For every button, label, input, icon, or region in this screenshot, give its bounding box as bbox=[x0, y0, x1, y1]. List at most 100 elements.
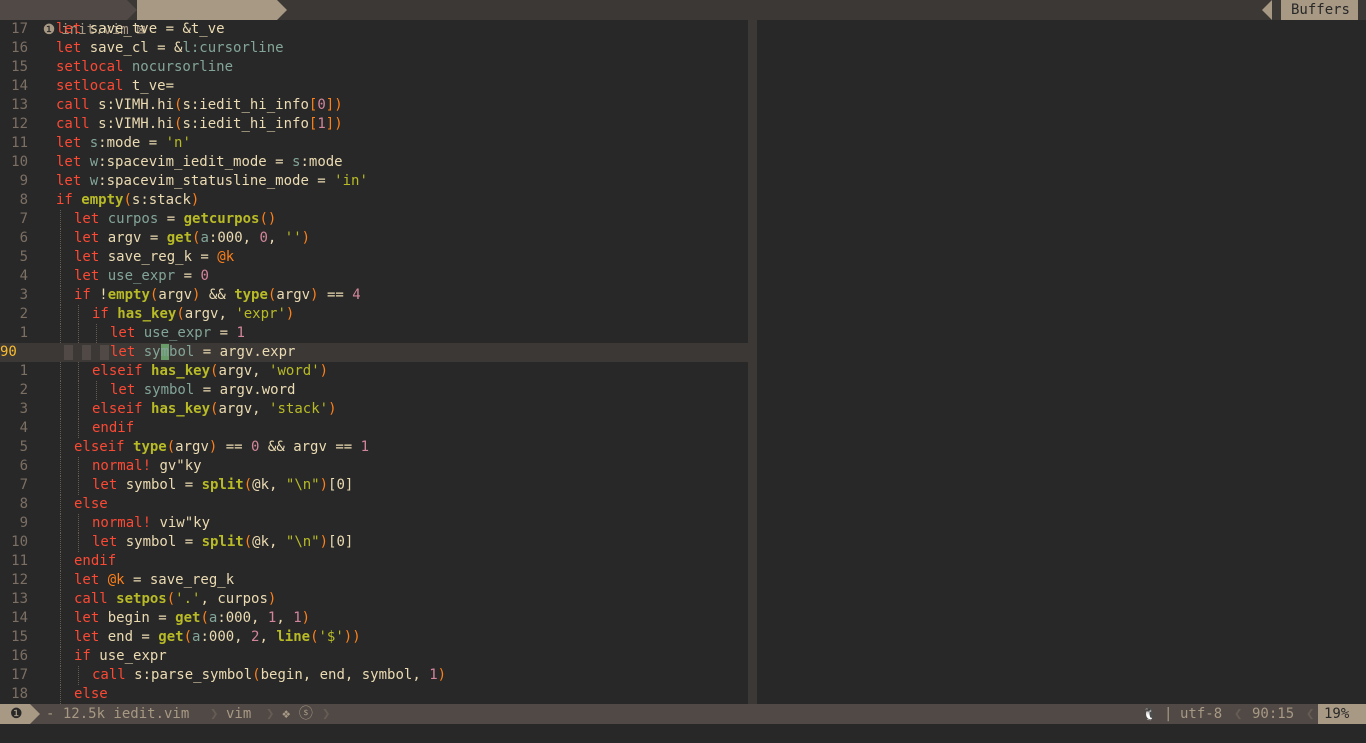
indent-guide bbox=[78, 476, 80, 495]
code-line[interactable]: 13 call s:VIMH.hi(s:iedit_hi_info[0]) bbox=[0, 96, 748, 115]
buffers-label[interactable]: Buffers bbox=[1280, 0, 1358, 20]
code-token: elseif bbox=[92, 401, 152, 417]
code-line[interactable]: 16 if use_expr bbox=[0, 647, 748, 666]
line-number: 4 bbox=[19, 268, 28, 284]
code-token: 0 bbox=[317, 97, 326, 113]
code-line[interactable]: 16 let save_cl = &l:cursorline bbox=[0, 39, 748, 58]
code-token: let bbox=[74, 230, 108, 246]
code-token: ) bbox=[319, 477, 329, 493]
code-token: if bbox=[74, 648, 100, 664]
code-line[interactable]: 5 let save_reg_k = @k bbox=[0, 248, 748, 267]
indent-guide bbox=[100, 345, 109, 360]
code-line[interactable]: 8 if empty(s:stack) bbox=[0, 191, 748, 210]
code-line[interactable]: 6 let argv = get(a:000, 0, '') bbox=[0, 229, 748, 248]
code-line[interactable]: 18 else bbox=[0, 685, 748, 704]
line-number: 10 bbox=[11, 154, 28, 170]
code-line[interactable]: 7 let curpos = getcurpos() bbox=[0, 210, 748, 229]
code-line[interactable]: 10 let w:spacevim_iedit_mode = s:mode bbox=[0, 153, 748, 172]
code-token: s bbox=[89, 135, 99, 151]
code-token: ( bbox=[243, 477, 253, 493]
code-token: get bbox=[166, 230, 193, 246]
code-text: let symbol = argv.word bbox=[110, 381, 295, 400]
indent-guide bbox=[60, 324, 62, 343]
code-line[interactable]: 15 let end = get(a:000, 2, line('$')) bbox=[0, 628, 748, 647]
code-text: let symbol = split(@k, "\n")[0] bbox=[92, 533, 353, 552]
code-line[interactable]: 14 let begin = get(a:000, 1, 1) bbox=[0, 609, 748, 628]
code-line[interactable]: 3 elseif has_key(argv, 'stack') bbox=[0, 400, 748, 419]
code-token: let bbox=[74, 572, 108, 588]
code-line[interactable]: 12 let @k = save_reg_k bbox=[0, 571, 748, 590]
indent-guide bbox=[82, 345, 91, 360]
code-line[interactable]: 5 elseif type(argv) == 0 && argv == 1 bbox=[0, 438, 748, 457]
code-token: w bbox=[89, 173, 99, 189]
current-code-line[interactable]: 90 let symbol = argv.expr bbox=[0, 343, 748, 362]
code-line[interactable]: 14 setlocal t_ve= bbox=[0, 77, 748, 96]
code-line[interactable]: 2 if has_key(argv, 'expr') bbox=[0, 305, 748, 324]
code-token: call bbox=[74, 591, 117, 607]
code-token: == bbox=[318, 287, 353, 303]
vertical-split-separator[interactable] bbox=[748, 20, 757, 704]
code-token: ( bbox=[183, 629, 193, 645]
tab-init-vim[interactable]: ❶ init.vim ⊠ bbox=[0, 0, 145, 38]
code-text: let curpos = getcurpos() bbox=[74, 210, 276, 229]
code-line[interactable]: 2 let symbol = argv.word bbox=[0, 381, 748, 400]
code-text: setlocal t_ve= bbox=[56, 77, 174, 96]
cursor-position: 90:15 bbox=[1252, 706, 1295, 722]
indent-guide bbox=[60, 533, 62, 552]
code-line[interactable]: 4 let use_expr = 0 bbox=[0, 267, 748, 286]
code-line[interactable]: 11 endif bbox=[0, 552, 748, 571]
indent-guide bbox=[60, 210, 62, 229]
code-line[interactable]: 4 endif bbox=[0, 419, 748, 438]
line-number: 16 bbox=[11, 648, 28, 664]
code-text: else bbox=[74, 495, 108, 514]
code-token: 'stack' bbox=[269, 401, 329, 417]
code-line[interactable]: 15 setlocal nocursorline bbox=[0, 58, 748, 77]
cursor: m bbox=[160, 344, 170, 360]
filetype: vim bbox=[226, 706, 252, 722]
code-token: nocursorline bbox=[131, 59, 234, 75]
indent-guide bbox=[60, 476, 62, 495]
line-number: 16 bbox=[11, 40, 28, 56]
code-token: = argv.word bbox=[194, 382, 296, 398]
code-line[interactable]: 3 if !empty(argv) && type(argv) == 4 bbox=[0, 286, 748, 305]
code-line[interactable]: 1 let use_expr = 1 bbox=[0, 324, 748, 343]
buffers-separator bbox=[1262, 0, 1272, 20]
command-line[interactable] bbox=[0, 724, 1366, 743]
code-token: getcurpos bbox=[183, 211, 260, 227]
indent-guide bbox=[60, 267, 62, 286]
code-line[interactable]: 17 let save_tve = &t_ve bbox=[0, 20, 748, 39]
code-token: setlocal bbox=[56, 59, 132, 75]
code-text: normal! viw"ky bbox=[92, 514, 210, 533]
code-token: symbol bbox=[143, 382, 195, 398]
code-line[interactable]: 17 call s:parse_symbol(begin, end, symbol… bbox=[0, 666, 748, 685]
code-token: @k, bbox=[252, 477, 286, 493]
code-token: 'n' bbox=[165, 135, 191, 151]
code-token: s:VIMH.hi bbox=[98, 116, 175, 132]
code-token: , bbox=[267, 230, 285, 246]
code-line[interactable]: 8 else bbox=[0, 495, 748, 514]
code-token: argv, bbox=[218, 363, 270, 379]
code-line[interactable]: 12 call s:VIMH.hi(s:iedit_hi_info[1]) bbox=[0, 115, 748, 134]
tab-iedit-vim[interactable]: ❷ iedit.vim ⊠ bbox=[137, 0, 291, 38]
code-line[interactable]: 10 let symbol = split(@k, "\n")[0] bbox=[0, 533, 748, 552]
code-token: [0] bbox=[328, 534, 354, 550]
code-line[interactable]: 6 normal! gv"ky bbox=[0, 457, 748, 476]
code-token: )) bbox=[343, 629, 361, 645]
code-token: ) bbox=[301, 230, 311, 246]
code-token: endif bbox=[74, 553, 117, 569]
code-line[interactable]: 1 elseif has_key(argv, 'word') bbox=[0, 362, 748, 381]
code-token: split bbox=[201, 477, 244, 493]
code-window[interactable]: 17 let save_tve = &t_ve 16 let save_cl = &l… bbox=[0, 20, 748, 704]
code-token: 1 bbox=[429, 667, 438, 683]
code-line[interactable]: 11 let s:mode = 'n' bbox=[0, 134, 748, 153]
code-token: empty bbox=[107, 287, 150, 303]
code-token: argv, bbox=[218, 401, 270, 417]
code-line[interactable]: 7 let symbol = split(@k, "\n")[0] bbox=[0, 476, 748, 495]
code-token: setlocal bbox=[56, 78, 132, 94]
line-number: 8 bbox=[19, 192, 28, 208]
code-line[interactable]: 9 normal! viw"ky bbox=[0, 514, 748, 533]
code-line[interactable]: 13 call setpos('.', curpos) bbox=[0, 590, 748, 609]
code-line[interactable]: 9 let w:spacevim_statusline_mode = 'in' bbox=[0, 172, 748, 191]
indent-guide bbox=[60, 248, 62, 267]
empty-window[interactable] bbox=[757, 20, 1366, 704]
